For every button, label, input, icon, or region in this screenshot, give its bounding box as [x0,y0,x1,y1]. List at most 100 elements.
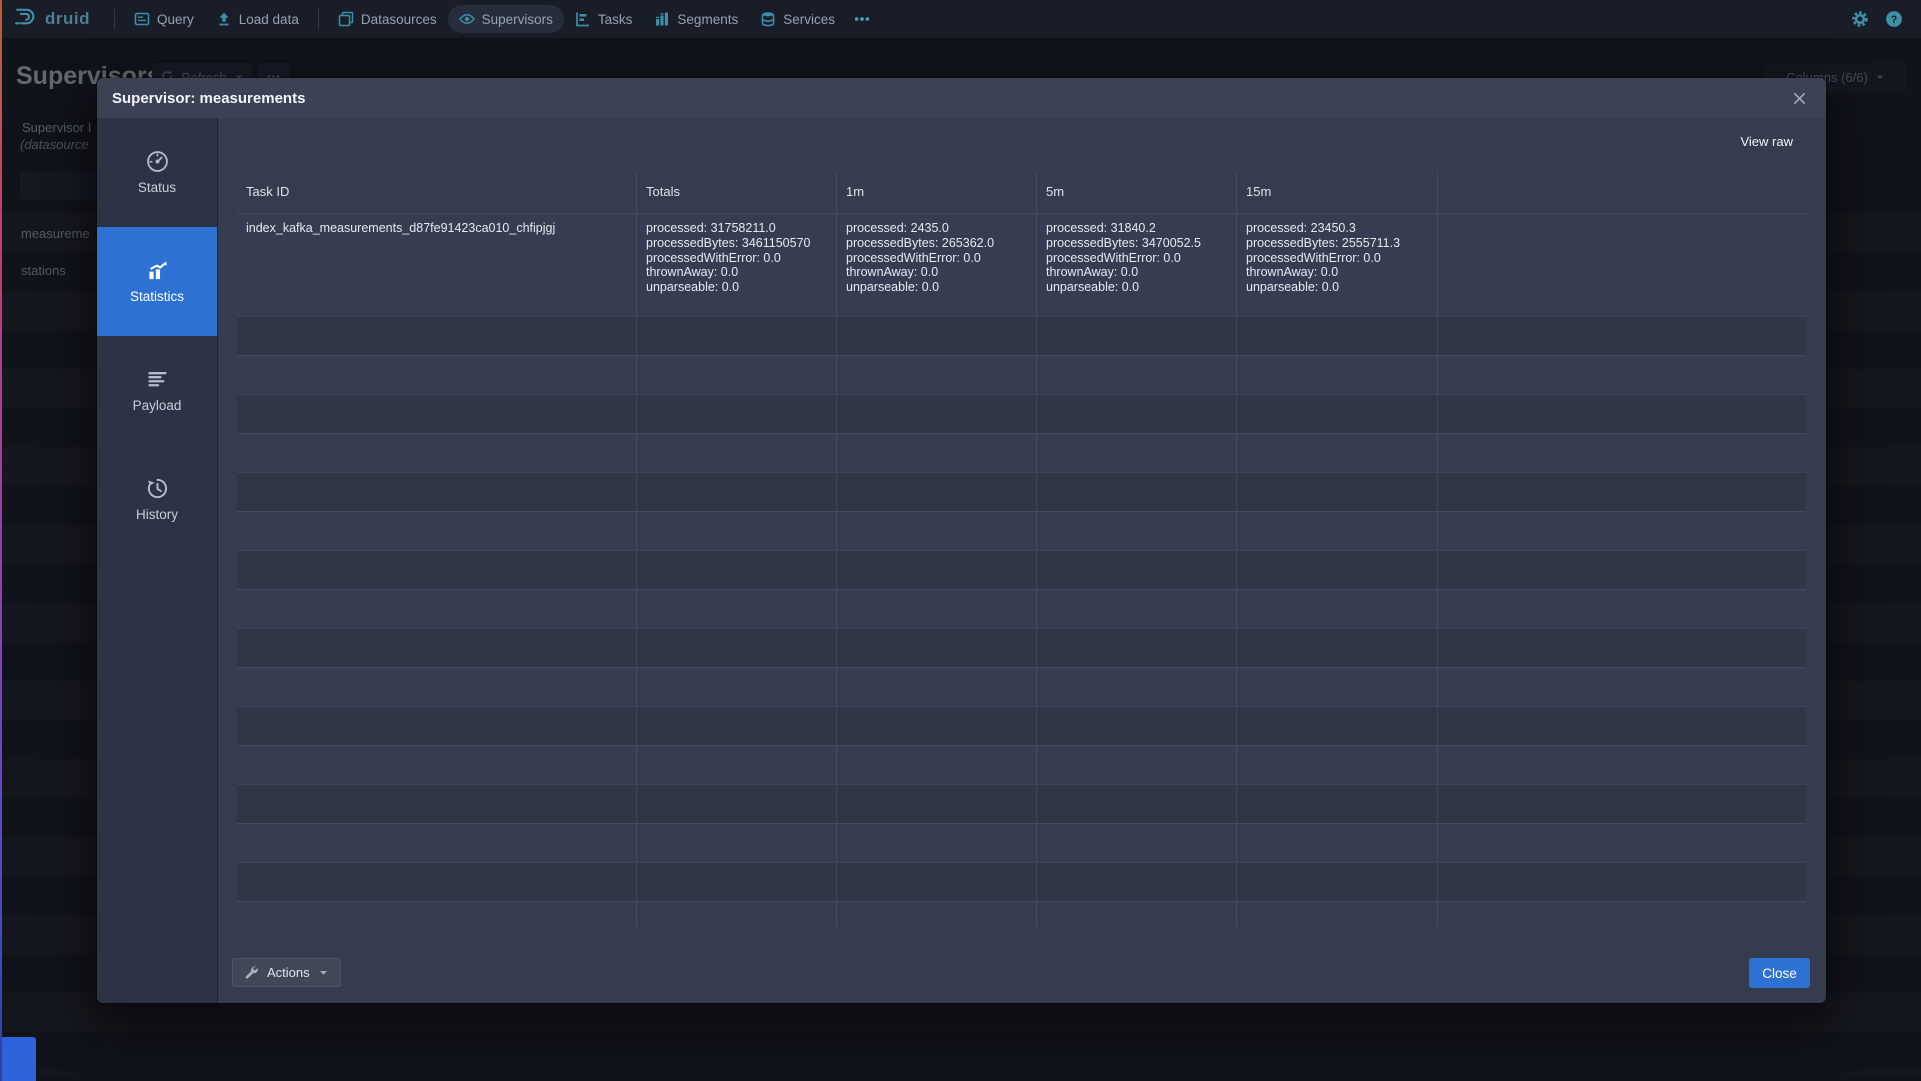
druid-logo-text: druid [45,9,90,29]
nav-item-segments[interactable]: Segments [643,5,749,33]
table-cell [1036,512,1236,550]
table-cell [1036,551,1236,589]
dialog-title: Supervisor: measurements [112,90,305,107]
table-cell [1036,785,1236,823]
bars-icon [654,11,670,27]
table-cell [1036,434,1236,472]
nav-divider [318,9,319,29]
table-cell [636,824,836,862]
column-header-5m[interactable]: 5m [1036,172,1236,213]
close-icon[interactable] [1788,87,1811,110]
nav-item-datasources[interactable]: Datasources [327,5,448,33]
column-header-15m[interactable]: 15m [1236,172,1437,213]
tab-status[interactable]: Status [97,118,217,227]
tab-label: Payload [133,398,182,413]
nav-item-load-data[interactable]: Load data [205,5,310,33]
table-cell [1437,551,1806,589]
table-cell [636,395,836,433]
column-header-empty [1437,172,1806,213]
tab-history[interactable]: History [97,445,217,554]
table-cell [237,395,636,433]
table-cell [1036,356,1236,394]
table-cell [1236,395,1437,433]
table-cell [636,746,836,784]
table-cell [636,434,836,472]
table-cell [237,434,636,472]
druid-logo-icon [12,4,37,34]
table-cell [237,512,636,550]
table-cell [1236,863,1437,901]
nav-item-services[interactable]: Services [749,5,846,33]
table-row-empty [237,901,1806,927]
table-cell [636,356,836,394]
table-cell [836,746,1036,784]
tab-statistics[interactable]: Statistics [97,227,217,336]
nav-item-tasks[interactable]: Tasks [564,5,644,33]
table-cell [636,590,836,628]
history-icon [146,477,169,500]
table-cell [1236,317,1437,355]
table-cell [237,824,636,862]
column-header-1m[interactable]: 1m [836,172,1036,213]
table-cell [636,629,836,667]
table-cell [1036,863,1236,901]
table-cell [836,863,1036,901]
table-cell [1437,434,1806,472]
table-cell [636,902,836,927]
table-cell [1236,590,1437,628]
column-header-task-id[interactable]: Task ID [237,172,636,213]
table-cell [836,824,1036,862]
help-icon[interactable]: ? [1885,10,1903,28]
table-cell [1437,473,1806,511]
nav-item-query[interactable]: Query [123,5,205,33]
table-cell [836,668,1036,706]
actions-button[interactable]: Actions [232,958,341,987]
table-cell [836,785,1036,823]
table-cell [1437,395,1806,433]
table-cell [1036,902,1236,927]
table-cell [1236,434,1437,472]
table-cell [636,785,836,823]
nav-item-label: Query [157,12,194,27]
view-raw-link[interactable]: View raw [1740,134,1793,149]
table-cell [636,668,836,706]
table-row-empty [237,589,1806,628]
table-cell [636,317,836,355]
table-row-empty [237,628,1806,667]
table-cell [237,668,636,706]
table-cell [237,629,636,667]
table-row-empty [237,511,1806,550]
table-cell [636,863,836,901]
table-cell: processed: 31758211.0 processedBytes: 34… [636,214,836,316]
nav-item-label: Segments [677,12,738,27]
column-header-totals[interactable]: Totals [636,172,836,213]
nav-more-button[interactable] [846,11,878,27]
layers-icon [338,11,354,27]
nav-item-label: Load data [239,12,299,27]
druid-logo[interactable]: druid [12,4,90,34]
gear-icon[interactable] [1851,10,1869,28]
table-cell [1437,512,1806,550]
bottom-left-accent [0,1037,36,1081]
table-cell [237,902,636,927]
table-cell: index_kafka_measurements_d87fe91423ca010… [237,214,636,316]
table-cell [1437,590,1806,628]
table-cell [636,473,836,511]
tab-payload[interactable]: Payload [97,336,217,445]
table-row-empty [237,667,1806,706]
table-cell [1236,707,1437,745]
close-button[interactable]: Close [1749,958,1810,988]
table-cell [1236,746,1437,784]
table-cell [1036,707,1236,745]
table-row-empty [237,433,1806,472]
table-cell [836,434,1036,472]
table-cell [836,317,1036,355]
table-cell [1236,629,1437,667]
table-row-empty [237,355,1806,394]
table-cell [1236,473,1437,511]
table-cell [1036,590,1236,628]
nav-item-supervisors[interactable]: Supervisors [448,5,564,33]
table-row-empty [237,745,1806,784]
table-cell [1437,707,1806,745]
svg-text:?: ? [1891,14,1898,26]
